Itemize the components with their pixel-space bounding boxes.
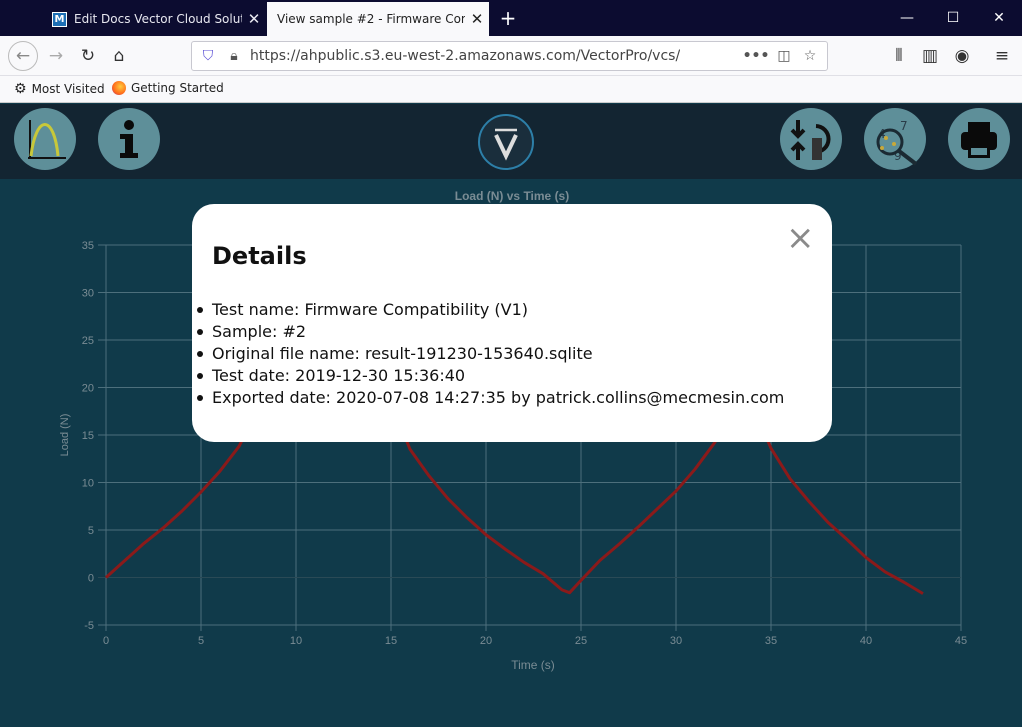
forward-arrow-icon[interactable]: → [42, 42, 70, 70]
y-tick-label: 20 [82, 383, 94, 395]
m-favicon-icon: M [52, 11, 67, 27]
vector-logo-icon [494, 128, 518, 161]
bookmark-label: Most Visited [31, 82, 105, 96]
detail-test-name: Test name: Firmware Compatibility (V1) [196, 299, 784, 321]
close-tab-icon[interactable]: ✕ [242, 10, 266, 28]
page-actions-icon[interactable]: ••• [743, 44, 770, 68]
details-list: Test name: Firmware Compatibility (V1) S… [192, 299, 784, 409]
firefox-icon [112, 81, 126, 95]
y-tick-label: 25 [82, 335, 94, 347]
home-icon[interactable]: ⌂ [105, 42, 133, 70]
y-tick-label: 5 [88, 525, 94, 537]
x-tick-label: 20 [480, 635, 492, 647]
compare-swap-button[interactable] [780, 108, 842, 170]
url-bar[interactable]: ⛉ 🔒︎ https://ahpublic.s3.eu-west-2.amazo… [191, 41, 828, 71]
vector-logo [478, 114, 534, 170]
reload-icon[interactable]: ↻ [74, 42, 102, 70]
lock-icon[interactable]: 🔒︎ [222, 44, 246, 68]
bookmark-star-icon[interactable]: ☆ [798, 44, 822, 68]
load-series-line [104, 433, 924, 595]
browser-tab-strip: M Edit Docs Vector Cloud Solutions ✕ Vie… [0, 0, 1022, 36]
menu-icon[interactable]: ≡ [988, 42, 1016, 70]
y-axis-label: Load (N) [59, 414, 71, 457]
tab-title: View sample #2 - Firmware Compatibility … [277, 12, 465, 26]
shield-icon[interactable]: ⛉ [196, 44, 220, 68]
x-tick-label: 0 [103, 635, 109, 647]
x-tick-label: 5 [198, 635, 204, 647]
bookmark-most-visited[interactable]: ⚙ Most Visited [14, 81, 105, 97]
url-text[interactable]: https://ahpublic.s3.eu-west-2.amazonaws.… [250, 42, 680, 70]
bookmark-getting-started[interactable]: Getting Started [112, 81, 224, 95]
x-tick-label: 15 [385, 635, 397, 647]
detail-sample: Sample: #2 [196, 321, 784, 343]
detail-original-file: Original file name: result-191230-153640… [196, 343, 784, 365]
sidebar-icon[interactable]: ▥ [916, 42, 944, 70]
y-tick-label: -5 [84, 620, 94, 632]
bookmark-label: Getting Started [131, 81, 224, 95]
x-axis-label: Time (s) [511, 658, 555, 672]
x-tick-label: 25 [575, 635, 587, 647]
library-icon[interactable]: ⫴ [885, 42, 913, 70]
search-numbers-icon: 4 7 9 [876, 119, 918, 166]
gear-icon: ⚙ [14, 81, 27, 97]
print-icon [961, 122, 997, 158]
close-window-icon[interactable]: ✕ [976, 0, 1022, 36]
close-icon[interactable]: × [786, 221, 815, 255]
detail-test-date: Test date: 2019-12-30 15:36:40 [196, 365, 784, 387]
x-tick-label: 35 [765, 635, 777, 647]
app-toolbar: 4 7 9 [0, 104, 1022, 179]
y-tick-label: 15 [82, 430, 94, 442]
x-tick-label: 30 [670, 635, 682, 647]
search-numbers-button[interactable]: 4 7 9 [864, 108, 926, 170]
x-tick-label: 40 [860, 635, 872, 647]
info-icon [120, 120, 138, 158]
back-arrow-icon[interactable]: ← [8, 41, 38, 71]
minimize-icon[interactable]: — [884, 0, 930, 36]
navigation-bar: ← → ↻ ⌂ ⛉ 🔒︎ https://ahpublic.s3.eu-west… [0, 36, 1022, 76]
bookmarks-bar: ⚙ Most Visited Getting Started [0, 76, 1022, 103]
maximize-icon[interactable]: ☐ [930, 0, 976, 36]
account-icon[interactable]: ◉ [948, 42, 976, 70]
chart-title: Load (N) vs Time (s) [455, 189, 569, 203]
x-tick-label: 10 [290, 635, 302, 647]
close-tab-icon[interactable]: ✕ [465, 10, 489, 28]
y-tick-label: 10 [82, 478, 94, 490]
new-tab-icon[interactable]: + [496, 6, 520, 30]
modal-title: Details [212, 242, 307, 270]
print-button[interactable] [948, 108, 1010, 170]
y-tick-label: 0 [88, 573, 94, 585]
tab-view-sample[interactable]: View sample #2 - Firmware Compatibility … [267, 2, 489, 36]
graph-button[interactable] [14, 108, 76, 170]
y-tick-label: 30 [82, 288, 94, 300]
compare-swap-icon [790, 120, 831, 160]
tab-edit-docs[interactable]: M Edit Docs Vector Cloud Solutions ✕ [42, 2, 266, 36]
svg-text:7: 7 [900, 119, 908, 133]
info-button[interactable] [98, 108, 160, 170]
y-tick-label: 35 [82, 240, 94, 252]
tab-title: Edit Docs Vector Cloud Solutions [74, 12, 242, 26]
graph-icon [28, 120, 66, 159]
detail-exported-date: Exported date: 2020-07-08 14:27:35 by pa… [196, 388, 785, 407]
pocket-icon[interactable]: ◫ [772, 44, 796, 68]
details-modal: × Details Test name: Firmware Compatibil… [192, 204, 832, 442]
x-tick-label: 45 [955, 635, 967, 647]
